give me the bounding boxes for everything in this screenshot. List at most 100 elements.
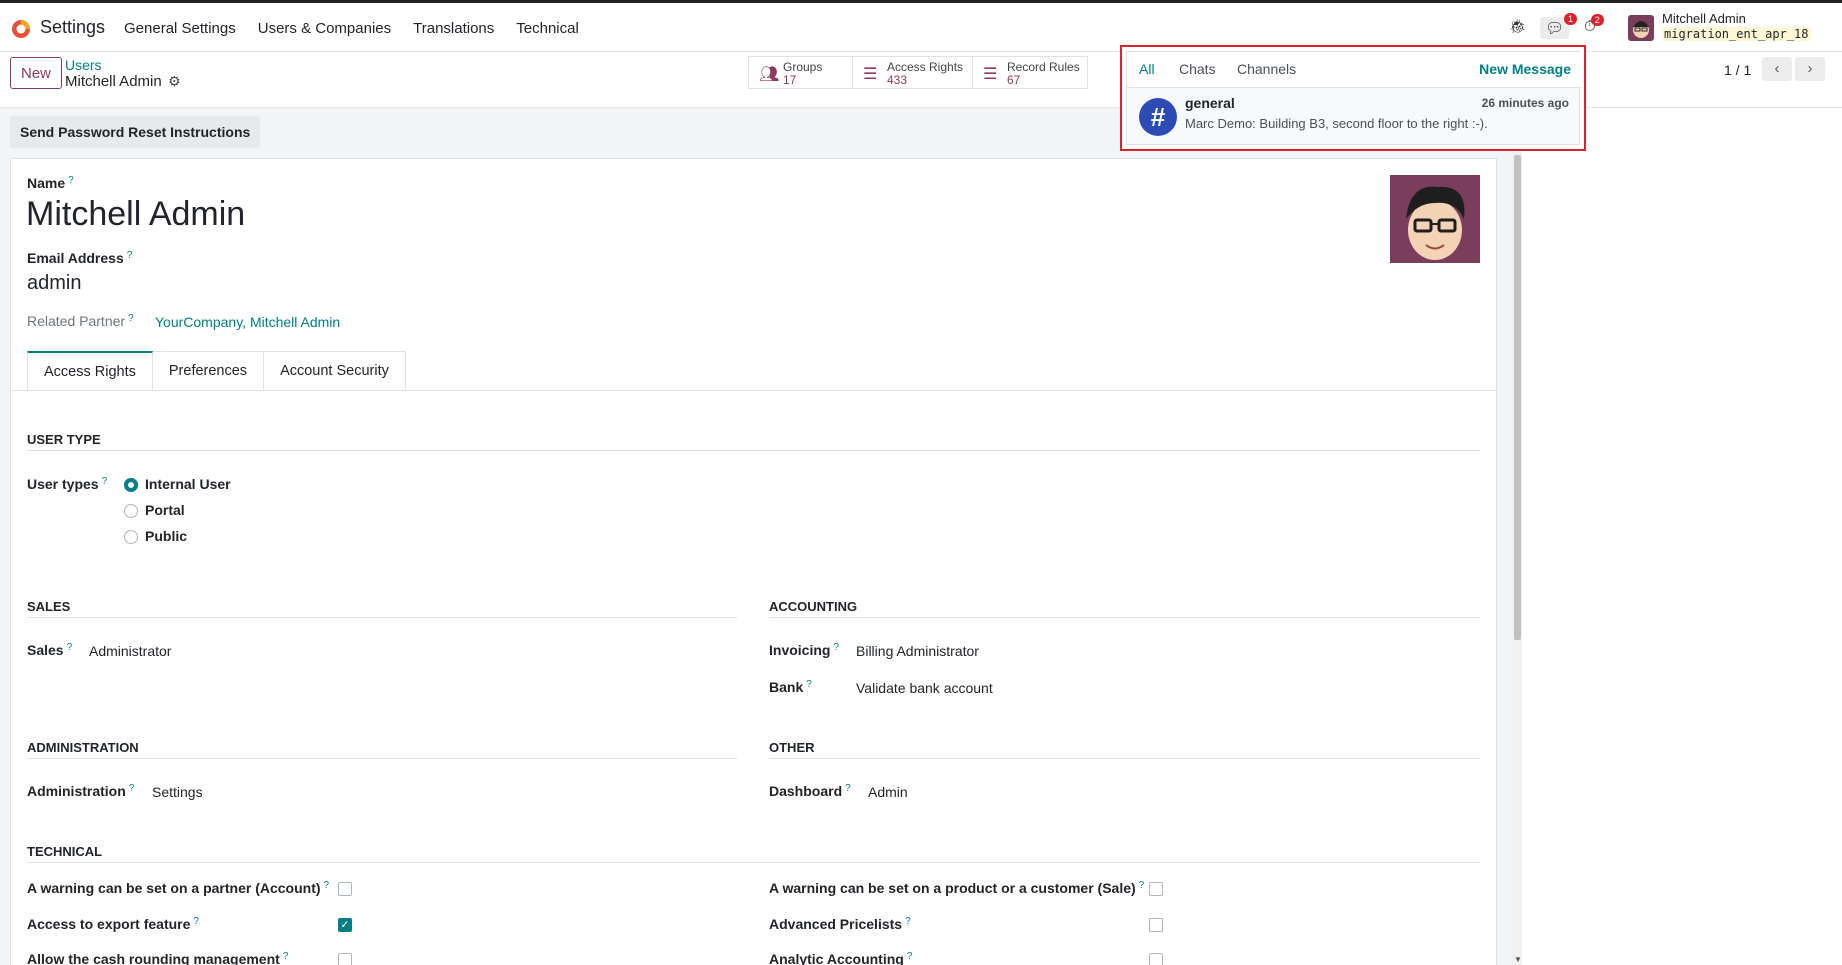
help-icon[interactable]: ? <box>67 642 73 653</box>
messaging-menu: All Chats Channels New Message # general… <box>1126 51 1581 145</box>
dashboard-value[interactable]: Admin <box>868 784 908 800</box>
scrollbar-thumb[interactable] <box>1514 155 1521 640</box>
cash-rounding-label: Allow the cash rounding management <box>27 951 280 965</box>
pager-value[interactable]: 1 / 1 <box>1724 62 1751 78</box>
sales-label: Sales <box>27 642 64 658</box>
export-feature-label: Access to export feature <box>27 916 191 932</box>
partner-warning-checkbox[interactable] <box>338 882 352 896</box>
user-name: Mitchell Admin <box>1662 11 1746 26</box>
help-icon[interactable]: ? <box>324 880 330 891</box>
gear-icon[interactable]: ⚙ <box>168 73 181 90</box>
dashboard-label: Dashboard <box>769 783 843 799</box>
messaging-popover: All Chats Channels New Message # general… <box>1120 45 1586 151</box>
help-icon[interactable]: ? <box>102 476 108 487</box>
option-internal-user[interactable]: Internal User <box>145 476 231 492</box>
help-icon[interactable]: ? <box>845 783 851 794</box>
help-icon[interactable]: ? <box>127 250 133 261</box>
email-label: Email Address <box>27 250 124 266</box>
bank-label: Bank <box>769 679 804 695</box>
help-icon[interactable]: ? <box>128 313 134 324</box>
advanced-pricelists-label: Advanced Pricelists <box>769 916 903 932</box>
administration-value[interactable]: Settings <box>152 784 203 800</box>
tech-left-2-wrap: Allow the cash rounding management? <box>27 951 288 965</box>
sales-label-wrap: Sales? <box>27 642 72 659</box>
app-title[interactable]: Settings <box>40 17 105 38</box>
tabs-divider <box>10 390 1497 391</box>
menu-translations[interactable]: Translations <box>413 20 494 37</box>
name-label-wrap: Name? <box>27 175 74 192</box>
dashboard-label-wrap: Dashboard? <box>769 783 851 800</box>
bug-icon[interactable]: 🐞︎ <box>1509 18 1527 35</box>
help-icon[interactable]: ? <box>193 916 199 927</box>
menu-general-settings[interactable]: General Settings <box>124 20 236 37</box>
email-label-wrap: Email Address? <box>27 250 132 267</box>
new-message-button[interactable]: New Message <box>1479 61 1571 77</box>
pager-next-button[interactable]: › <box>1795 57 1825 81</box>
access-rights-label: Access Rights <box>887 60 964 74</box>
help-icon[interactable]: ? <box>806 679 812 690</box>
tab-account-security[interactable]: Account Security <box>264 351 406 391</box>
help-icon[interactable]: ? <box>1139 880 1145 891</box>
new-button[interactable]: New <box>10 57 63 89</box>
analytic-accounting-checkbox[interactable] <box>1149 953 1163 965</box>
database-name: migration_ent_apr_18 <box>1662 27 1811 41</box>
chevron-right-icon: › <box>1807 60 1813 77</box>
section-sales: SALES <box>27 599 71 614</box>
export-feature-checkbox[interactable]: ✓ <box>338 918 352 932</box>
menu-technical[interactable]: Technical <box>516 20 579 37</box>
message-time: 26 minutes ago <box>1481 96 1569 110</box>
help-icon[interactable]: ? <box>907 951 913 962</box>
tab-preferences[interactable]: Preferences <box>152 351 265 391</box>
access-rights-smart-button[interactable]: ☰ Access Rights 433 <box>853 57 973 88</box>
record-rules-smart-button[interactable]: ☰ Record Rules 67 <box>973 57 1087 88</box>
messaging-tab-chats[interactable]: Chats <box>1179 61 1216 77</box>
chat-icon[interactable]: 💬︎ 1 <box>1540 13 1578 39</box>
radio-internal-user[interactable] <box>124 478 138 492</box>
pager-previous-button[interactable]: ‹ <box>1762 57 1792 81</box>
messaging-tab-all[interactable]: All <box>1139 61 1155 77</box>
scroll-down-arrow-icon[interactable]: ▼ <box>1514 955 1522 964</box>
menu-users-companies[interactable]: Users & Companies <box>258 20 391 37</box>
help-icon[interactable]: ? <box>833 642 839 653</box>
breadcrumb-users[interactable]: Users <box>65 57 102 73</box>
tech-left-0-wrap: A warning can be set on a partner (Accou… <box>27 880 329 897</box>
tab-access-rights[interactable]: Access Rights <box>27 351 153 391</box>
chat-badge: 1 <box>1564 13 1578 25</box>
odoo-logo-icon[interactable] <box>10 18 32 40</box>
messaging-tab-channels[interactable]: Channels <box>1237 61 1296 77</box>
groups-smart-button[interactable]: 👥︎ Groups 17 <box>749 57 853 88</box>
help-icon[interactable]: ? <box>68 175 74 186</box>
administration-label-wrap: Administration? <box>27 783 134 800</box>
advanced-pricelists-checkbox[interactable] <box>1149 918 1163 932</box>
option-public[interactable]: Public <box>145 528 187 544</box>
user-types-label: User types <box>27 476 99 492</box>
list-icon: ☰ <box>863 66 878 83</box>
related-partner-link[interactable]: YourCompany, Mitchell Admin <box>155 314 340 330</box>
channel-hash-icon: # <box>1139 98 1177 136</box>
email-field[interactable]: admin <box>27 272 81 295</box>
product-warning-checkbox[interactable] <box>1149 882 1163 896</box>
help-icon[interactable]: ? <box>283 951 289 962</box>
channel-name[interactable]: general <box>1185 95 1235 111</box>
option-portal[interactable]: Portal <box>145 502 185 518</box>
name-label: Name <box>27 175 66 191</box>
help-icon[interactable]: ? <box>905 916 911 927</box>
section-divider <box>27 617 737 618</box>
radio-portal[interactable] <box>124 504 138 518</box>
administration-label: Administration <box>27 783 126 799</box>
user-avatar[interactable] <box>1628 15 1654 41</box>
message-preview[interactable]: Marc Demo: Building B3, second floor to … <box>1185 116 1488 131</box>
invoicing-value[interactable]: Billing Administrator <box>856 643 979 659</box>
radio-public[interactable] <box>124 530 138 544</box>
activity-clock-icon[interactable]: ⏱︎ 2 <box>1584 14 1604 35</box>
help-icon[interactable]: ? <box>129 783 135 794</box>
partner-warning-label: A warning can be set on a partner (Accou… <box>27 880 321 896</box>
user-name-field[interactable]: Mitchell Admin <box>26 195 245 234</box>
send-password-reset-button[interactable]: Send Password Reset Instructions <box>10 116 261 148</box>
main-menu: General Settings Users & Companies Trans… <box>124 20 601 37</box>
chevron-left-icon: ‹ <box>1774 60 1780 77</box>
user-avatar-image[interactable] <box>1390 175 1480 263</box>
cash-rounding-checkbox[interactable] <box>338 953 352 965</box>
bank-value[interactable]: Validate bank account <box>856 680 993 696</box>
sales-value[interactable]: Administrator <box>89 643 171 659</box>
